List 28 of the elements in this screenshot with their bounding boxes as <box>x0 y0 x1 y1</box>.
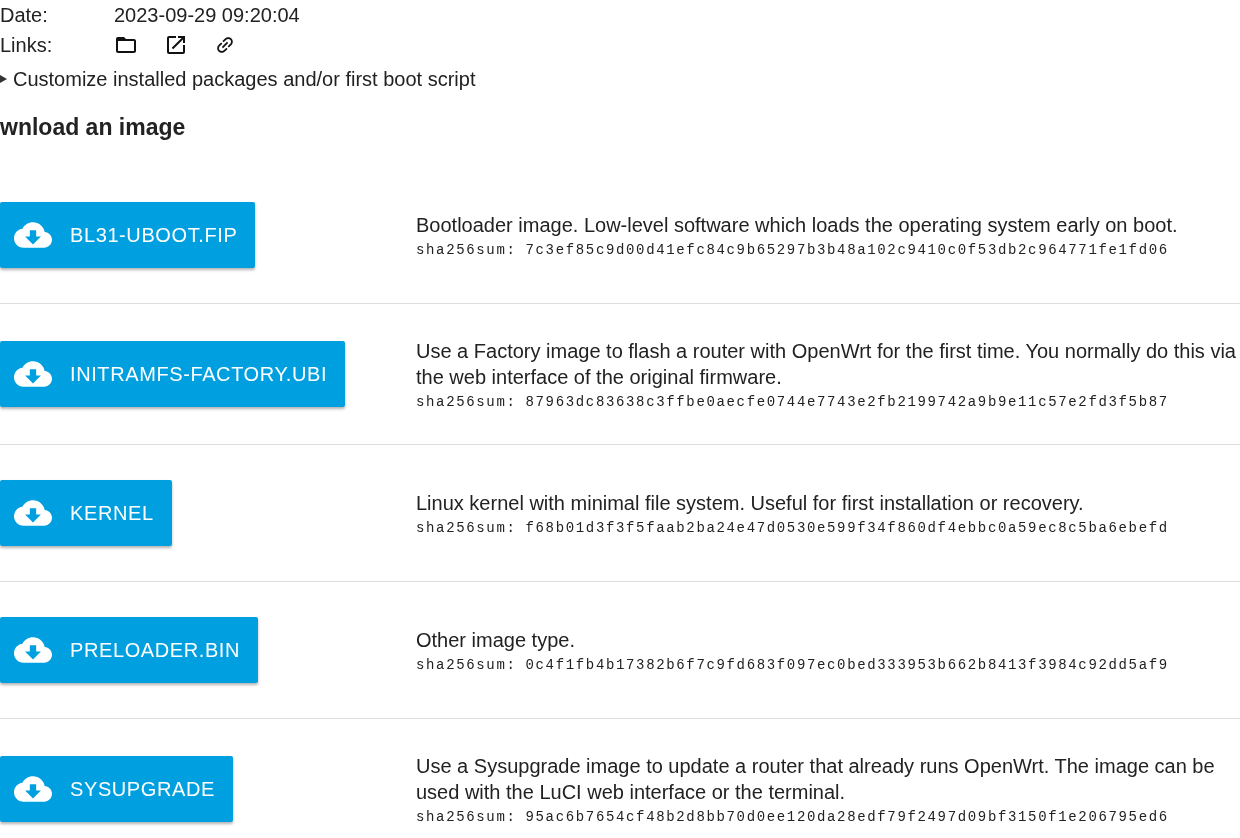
checksum-label: sha256sum: <box>416 657 517 673</box>
image-description: Use a Sysupgrade image to update a router that already runs OpenWrt. The image can be used with the LuCI web interface or the terminal. <box>416 754 1216 805</box>
download-button[interactable]: BL31-UBOOT.FIP <box>0 202 256 268</box>
customize-toggle[interactable]: Customize installed packages and/or first boot script <box>0 62 1240 96</box>
checksum-value: 95ac6b7654cf48b2d8bb70d0ee120da28edf79f2497d09bf3150f1e206795ed6 <box>525 809 1169 825</box>
download-button[interactable]: INITRAMFS-FACTORY.UBI <box>0 341 346 407</box>
download-button[interactable]: SYSUPGRADE <box>0 756 233 822</box>
checksum-label: sha256sum: <box>416 809 517 825</box>
image-description: Bootloader image. Low-level software which loads the operating system early on boot. <box>416 213 1179 238</box>
checksum-value: 7c3ef85c9d00d41efc84c9b65297b3b48a102c9410c0f53db2c964771fe1fd06 <box>525 242 1169 258</box>
checksum-value: f68b01d3f3f5faab2ba24e47d0530e599f34f860df4ebbc0a59ec8c5ba6ebefd <box>525 520 1169 536</box>
field-label: Date: <box>0 3 49 27</box>
link-icon[interactable] <box>214 34 236 56</box>
image-description: Other image type. <box>416 628 576 653</box>
disclosure-triangle-icon <box>0 75 7 83</box>
image-description: Linux kernel with minimal file system. Useful for first installation or recovery. <box>416 491 1085 516</box>
section-heading: wnload an image <box>0 113 187 142</box>
checksum-label: sha256sum: <box>416 242 517 258</box>
checksum-value: 87963dc83638c3ffbe0aecfe0744e7743e2fb2199742a9b9e11c57e2fd3f5b87 <box>525 394 1169 410</box>
field-label: Links: <box>0 33 54 57</box>
checksum-label: sha256sum: <box>416 520 517 536</box>
field-value: 2023-09-29 09:20:04 <box>114 3 300 27</box>
download-button[interactable]: PRELOADER.BIN <box>0 617 259 683</box>
download-button[interactable]: KERNEL <box>0 480 172 546</box>
checksum-label: sha256sum: <box>416 394 517 410</box>
checksum-value: 0c4f1fb4b17382b6f7c9fd683f097ec0bed333953b662b8413f3984c92dd5af9 <box>525 657 1169 673</box>
image-description: Use a Factory image to flash a router with OpenWrt for the first time. You normally do this via the web interface of the original firmware. <box>416 339 1237 390</box>
external-link-icon[interactable] <box>164 33 188 57</box>
